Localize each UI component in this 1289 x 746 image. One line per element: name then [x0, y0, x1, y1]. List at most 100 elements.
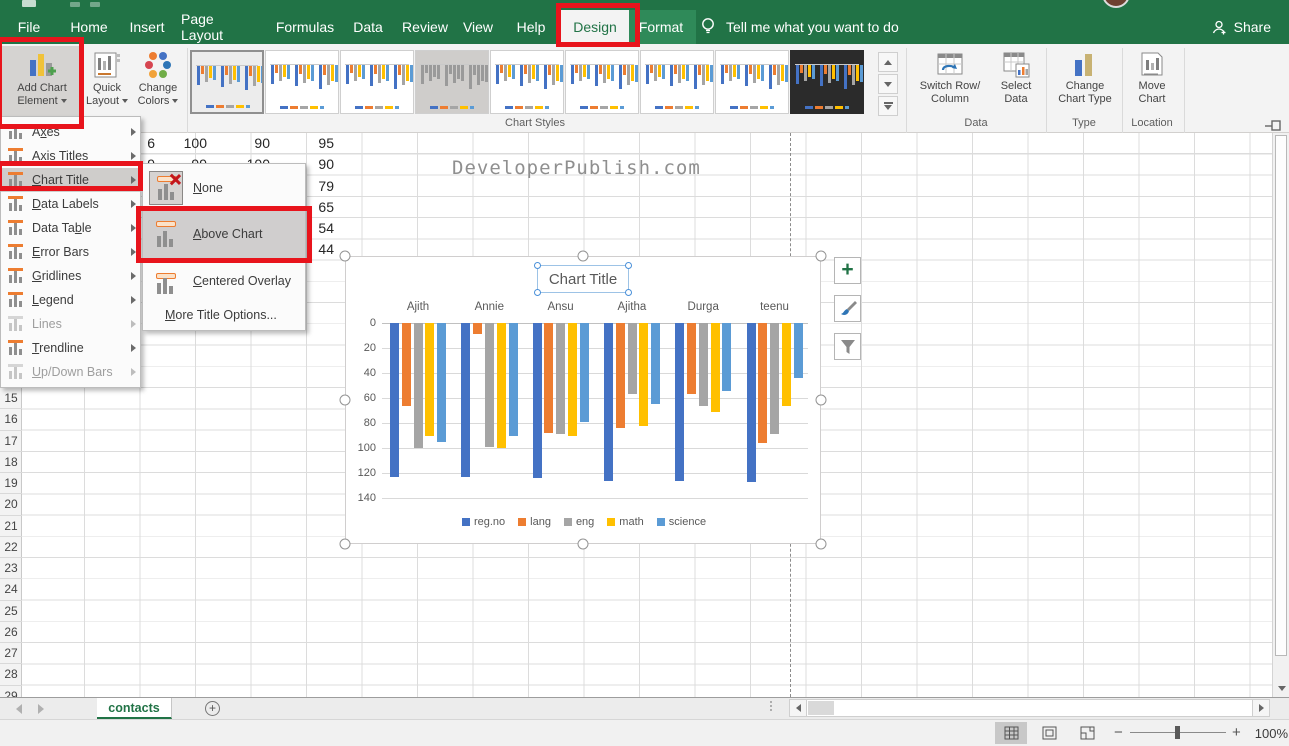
scroll-right-button[interactable]	[1252, 700, 1269, 716]
chart-style-thumbnail-6[interactable]	[565, 50, 639, 114]
menu-item-legend[interactable]: Legend	[1, 288, 140, 312]
legend-item-eng[interactable]: eng	[564, 516, 594, 528]
ribbon-tab-home[interactable]: Home	[68, 10, 110, 44]
move-chart-button[interactable]: Move Chart	[1124, 46, 1180, 124]
normal-view-button[interactable]	[995, 722, 1027, 744]
share-button[interactable]: Share	[1211, 10, 1271, 44]
submenu-item-above-chart[interactable]: Above Chart	[143, 209, 305, 259]
row-header-16[interactable]: 16	[0, 409, 22, 430]
chart-selection-handle[interactable]	[578, 539, 589, 550]
row-header-24[interactable]: 24	[0, 579, 22, 600]
row-header-26[interactable]: 26	[0, 622, 22, 643]
gallery-more-button[interactable]	[878, 96, 898, 116]
chart-filters-button[interactable]	[834, 333, 861, 360]
chart-style-thumbnail-7[interactable]	[640, 50, 714, 114]
new-sheet-button[interactable]: +	[205, 701, 220, 716]
ribbon-tab-formulas[interactable]: Formulas	[276, 10, 334, 44]
zoom-out-button[interactable]: −	[1114, 725, 1123, 740]
row-header-27[interactable]: 27	[0, 643, 22, 664]
menu-item-data-labels[interactable]: Data Labels	[1, 192, 140, 216]
chart-selection-handle[interactable]	[816, 251, 827, 262]
zoom-level[interactable]: 100%	[1248, 726, 1288, 741]
chart-selection-handle[interactable]	[578, 251, 589, 262]
add-chart-element-button[interactable]: Add Chart Element	[2, 46, 82, 124]
submenu-item-centered-overlay[interactable]: Centered Overlay	[143, 259, 305, 303]
quick-access-undo-icon[interactable]	[90, 2, 100, 7]
ribbon-tab-page-layout[interactable]: Page Layout	[181, 10, 259, 44]
chart-style-button[interactable]	[834, 295, 861, 322]
sheet-nav-left-icon[interactable]	[16, 704, 22, 714]
row-header-28[interactable]: 28	[0, 664, 22, 685]
row-header-17[interactable]: 17	[0, 431, 22, 452]
row-header-15[interactable]: 15	[0, 388, 22, 409]
chart-style-thumbnail-5[interactable]	[490, 50, 564, 114]
chart-selection-handle[interactable]	[340, 251, 351, 262]
page-layout-view-button[interactable]	[1033, 722, 1065, 744]
gallery-scroll-down-button[interactable]	[878, 74, 898, 94]
quick-layout-button[interactable]: Quick Layout	[84, 46, 130, 124]
chart-selection-handle[interactable]	[816, 539, 827, 550]
row-header-18[interactable]: 18	[0, 452, 22, 473]
chart-legend[interactable]: reg.no lang eng math science	[346, 516, 822, 528]
vertical-scrollbar-thumb[interactable]	[1275, 135, 1287, 656]
scroll-left-button[interactable]	[790, 700, 807, 716]
chart-style-thumbnail-3[interactable]	[340, 50, 414, 114]
title-handle[interactable]	[534, 289, 541, 296]
gallery-scroll-up-button[interactable]	[878, 52, 898, 72]
change-colors-button[interactable]: Change Colors	[131, 46, 185, 124]
chart-title-box[interactable]: Chart Title	[537, 265, 629, 293]
menu-item-axis-titles[interactable]: Axis Titles	[1, 144, 140, 168]
horizontal-scrollbar[interactable]	[789, 699, 1270, 717]
change-chart-type-button[interactable]: Change Chart Type	[1050, 46, 1120, 124]
chart-style-thumbnail-2[interactable]	[265, 50, 339, 114]
legend-item-lang[interactable]: lang	[518, 516, 551, 528]
chart-style-thumbnail-9[interactable]	[790, 50, 864, 114]
menu-item-gridlines[interactable]: Gridlines	[1, 264, 140, 288]
ribbon-tab-file[interactable]: File	[12, 10, 46, 44]
menu-item-error-bars[interactable]: Error Bars	[1, 240, 140, 264]
title-handle[interactable]	[625, 262, 632, 269]
ribbon-tab-data[interactable]: Data	[350, 10, 386, 44]
row-header-19[interactable]: 19	[0, 473, 22, 494]
user-avatar[interactable]	[1102, 0, 1130, 8]
menu-item-data-table[interactable]: Data Table	[1, 216, 140, 240]
tell-me-box[interactable]: Tell me what you want to do	[700, 10, 899, 44]
menu-item-trendline[interactable]: Trendline	[1, 336, 140, 360]
ribbon-tab-insert[interactable]: Insert	[126, 10, 168, 44]
chart-object[interactable]: Chart Title 020406080100120140AjithAnnie…	[345, 256, 821, 544]
sheet-tab-contacts[interactable]: contacts	[97, 698, 172, 719]
chart-style-thumbnail-1[interactable]	[190, 50, 264, 114]
submenu-item-more-title-options[interactable]: More Title Options...	[143, 303, 305, 327]
chart-selection-handle[interactable]	[340, 395, 351, 406]
menu-item-chart-title[interactable]: Chart Title	[1, 168, 140, 192]
legend-item-math[interactable]: math	[607, 516, 643, 528]
zoom-in-button[interactable]: +	[1232, 725, 1241, 740]
chart-selection-handle[interactable]	[816, 395, 827, 406]
tab-scroll-splitter[interactable]	[770, 701, 772, 711]
row-header-20[interactable]: 20	[0, 494, 22, 515]
ribbon-tab-format[interactable]: Format	[634, 10, 688, 44]
legend-item-science[interactable]: science	[657, 516, 706, 528]
sheet-nav-right-icon[interactable]	[38, 704, 44, 714]
menu-item-axes[interactable]: Axes	[1, 120, 140, 144]
page-break-view-button[interactable]	[1071, 722, 1103, 744]
row-header-25[interactable]: 25	[0, 601, 22, 622]
row-header-21[interactable]: 21	[0, 516, 22, 537]
vertical-scrollbar[interactable]	[1272, 133, 1289, 697]
legend-item-regno[interactable]: reg.no	[462, 516, 505, 528]
chart-style-thumbnail-8[interactable]	[715, 50, 789, 114]
title-handle[interactable]	[625, 289, 632, 296]
switch-row-column-button[interactable]: Switch Row/ Column	[912, 46, 988, 124]
select-data-button[interactable]: Select Data	[990, 46, 1042, 124]
quick-access-save-icon[interactable]	[70, 2, 80, 7]
row-header-22[interactable]: 22	[0, 537, 22, 558]
submenu-item-none[interactable]: None	[143, 167, 305, 209]
chart-elements-button[interactable]: +	[834, 257, 861, 284]
zoom-slider-thumb[interactable]	[1175, 726, 1180, 739]
ribbon-tab-view[interactable]: View	[460, 10, 496, 44]
scroll-down-button[interactable]	[1273, 680, 1289, 697]
row-header-23[interactable]: 23	[0, 558, 22, 579]
title-handle[interactable]	[534, 262, 541, 269]
ribbon-tab-design[interactable]: Design	[561, 10, 629, 44]
ribbon-tab-review[interactable]: Review	[402, 10, 448, 44]
